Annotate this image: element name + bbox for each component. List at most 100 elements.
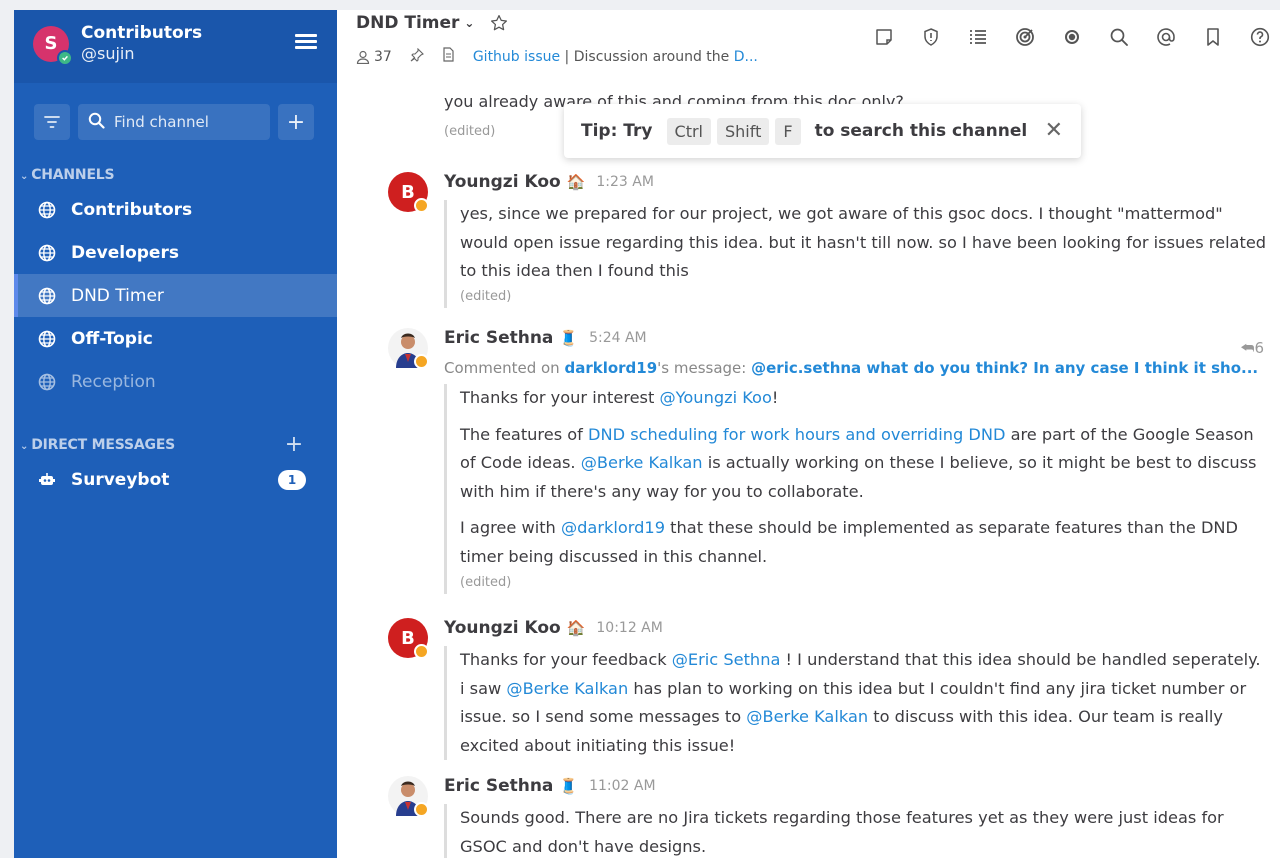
mention-link[interactable]: @Berke Kalkan: [581, 453, 703, 472]
message-text: yes, since we prepared for our project, …: [460, 204, 1267, 281]
status-emoji: 🏠: [566, 619, 586, 637]
channel-label: Off-Topic: [71, 328, 153, 349]
avatar[interactable]: B: [388, 618, 429, 659]
channel-title-button[interactable]: DND Timer ⌄: [356, 13, 508, 33]
mention-link[interactable]: @Berke Kalkan: [506, 679, 628, 698]
chevron-down-icon: ⌄: [464, 16, 475, 30]
globe-icon: [38, 373, 56, 390]
close-icon[interactable]: ✕: [1045, 118, 1063, 143]
post-body: Thanks for your interest @Youngzi Koo! T…: [444, 384, 1270, 594]
post-body: Thanks for your feedback @Eric Sethna ! …: [444, 646, 1270, 761]
shield-icon[interactable]: [919, 25, 943, 49]
globe-icon: [38, 287, 56, 304]
post-author[interactable]: Eric Sethna: [444, 328, 553, 348]
bot-icon: [39, 472, 55, 485]
reply-icon: ⮪: [1240, 339, 1255, 357]
away-status-icon: [414, 354, 429, 369]
channel-label: DND Timer: [71, 285, 164, 306]
avatar[interactable]: [388, 328, 429, 369]
post-time[interactable]: 11:02 AM: [589, 778, 655, 794]
post-author[interactable]: Youngzi Koo: [444, 618, 561, 638]
globe-icon: [38, 244, 56, 261]
sidebar-item-dnd-timer[interactable]: DND Timer: [14, 274, 337, 317]
focalboard-icon[interactable]: [1013, 25, 1037, 49]
sidebar: S Contributors @sujin Find channel + ⌄ CH…: [14, 10, 337, 858]
message-paragraph: Thanks for your feedback @Eric Sethna ! …: [460, 650, 1261, 755]
team-name: Contributors: [81, 22, 203, 43]
mention-icon[interactable]: [1154, 25, 1178, 49]
sidebar-item-reception[interactable]: Reception: [14, 360, 337, 403]
member-icon[interactable]: [356, 50, 370, 64]
commented-user[interactable]: darklord19: [564, 359, 657, 377]
tip-suffix: to search this channel: [814, 121, 1028, 141]
post-body: Sounds good. There are no Jira tickets r…: [444, 804, 1270, 858]
add-dm-button[interactable]: +: [285, 432, 303, 458]
reply-count[interactable]: ⮪6: [1241, 339, 1265, 357]
status-emoji: 🧵: [559, 329, 579, 347]
channels-section-header[interactable]: ⌄ CHANNELS: [14, 162, 337, 188]
post-author[interactable]: Youngzi Koo: [444, 172, 561, 192]
commented-on[interactable]: Commented on darklord19's message: @eric…: [444, 359, 1270, 377]
post-time[interactable]: 10:12 AM: [596, 620, 662, 636]
sidebar-item-developers[interactable]: Developers: [14, 231, 337, 274]
post-list: you already aware of this and coming fro…: [337, 82, 1280, 858]
mention-link[interactable]: @Berke Kalkan: [746, 707, 868, 726]
list-icon[interactable]: [966, 25, 990, 49]
message-paragraph: Thanks for your interest @Youngzi Koo!: [460, 388, 779, 407]
search-icon[interactable]: [1107, 25, 1131, 49]
globe-icon: [38, 201, 56, 218]
help-icon[interactable]: [1248, 25, 1272, 49]
sidebar-item-off-topic[interactable]: Off-Topic: [14, 317, 337, 360]
post-author[interactable]: Eric Sethna: [444, 776, 553, 796]
mention-link[interactable]: @Eric Sethna: [672, 650, 781, 669]
add-channel-button[interactable]: +: [278, 104, 314, 140]
channel-header: DND Timer ⌄ 37 Github issue | Discussion…: [337, 10, 1280, 82]
post-time[interactable]: 1:23 AM: [596, 174, 654, 190]
sidebar-item-surveybot[interactable]: Surveybot 1: [14, 458, 337, 501]
sidebar-item-contributors[interactable]: Contributors: [14, 188, 337, 231]
search-tip: Tip: Try Ctrl Shift F to search this cha…: [564, 104, 1081, 158]
key-shift: Shift: [716, 117, 770, 145]
star-icon[interactable]: [490, 14, 508, 32]
post-time[interactable]: 5:24 AM: [589, 330, 647, 346]
channel-label: Developers: [71, 242, 179, 263]
purpose-link[interactable]: D...: [734, 49, 758, 65]
globe-icon: [38, 330, 56, 347]
message-text: Sounds good. There are no Jira tickets r…: [460, 808, 1224, 856]
purpose-separator: |: [560, 48, 574, 65]
commented-text[interactable]: @eric.sethna what do you think? In any c…: [751, 359, 1258, 377]
avatar[interactable]: B: [388, 172, 429, 213]
channel-files-icon[interactable]: [872, 25, 896, 49]
status-emoji: 🏠: [566, 173, 586, 191]
mention-link[interactable]: @darklord19: [561, 518, 665, 537]
key-f: F: [775, 117, 801, 145]
direct-messages-section-header[interactable]: ⌄ DIRECT MESSAGES +: [14, 432, 337, 458]
away-status-icon: [414, 802, 429, 817]
post-body: yes, since we prepared for our project, …: [444, 200, 1270, 308]
bookmark-icon[interactable]: [1201, 25, 1225, 49]
edited-indicator: (edited): [460, 288, 512, 304]
main-menu-icon[interactable]: [295, 34, 317, 50]
channel-meta: 37 Github issue | Discussion around the …: [356, 47, 758, 66]
avatar[interactable]: [388, 776, 429, 817]
team-header[interactable]: S Contributors @sujin: [14, 10, 337, 83]
edited-indicator: (edited): [460, 574, 512, 590]
edited-indicator: (edited): [444, 124, 496, 139]
find-channel-label: Find channel: [114, 113, 209, 131]
mention-link[interactable]: @Youngzi Koo: [659, 388, 771, 407]
user-avatar[interactable]: S: [33, 25, 73, 66]
key-ctrl: Ctrl: [666, 117, 711, 145]
file-icon[interactable]: [442, 47, 455, 66]
online-status-icon: [57, 49, 73, 66]
tip-prefix: Tip: Try: [581, 121, 653, 141]
channel-label: Contributors: [71, 199, 193, 220]
member-count[interactable]: 37: [374, 49, 392, 65]
unread-badge: 1: [278, 470, 306, 490]
dnd-link[interactable]: DND scheduling for work hours and overri…: [588, 425, 1005, 444]
github-issue-link[interactable]: Github issue: [473, 49, 560, 65]
pin-icon[interactable]: [410, 47, 424, 66]
search-icon: [88, 112, 105, 133]
find-channel-button[interactable]: Find channel: [78, 104, 270, 140]
filter-icon[interactable]: [34, 104, 70, 140]
record-icon[interactable]: [1060, 25, 1084, 49]
